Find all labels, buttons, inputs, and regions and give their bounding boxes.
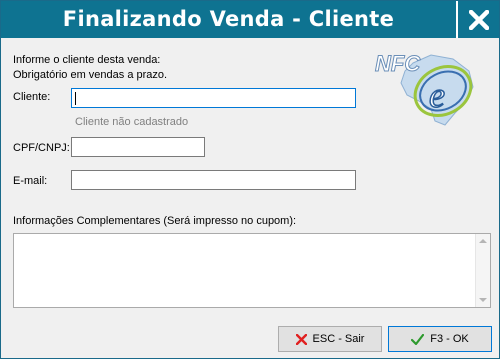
info-complementares-label: Informações Complementares (Será impress… — [13, 215, 297, 227]
textarea-scrollbar[interactable] — [475, 234, 490, 307]
cliente-label: Cliente: — [13, 91, 51, 103]
f3-ok-label: F3 - OK — [430, 333, 469, 345]
intro-text-line1: Informe o cliente desta venda: — [13, 54, 161, 66]
nfce-logo-text: NFC — [375, 51, 421, 76]
nfce-logo: NFC e — [375, 51, 474, 126]
dialog-window: Finalizando Venda - Cliente Informe o cl… — [0, 0, 500, 359]
scroll-down-icon[interactable] — [479, 298, 487, 302]
close-icon — [469, 10, 489, 30]
text-caret — [75, 92, 76, 105]
cancel-x-icon — [295, 333, 307, 345]
email-label: E-mail: — [13, 175, 48, 187]
checkmark-icon — [411, 333, 425, 345]
window-title: Finalizando Venda - Cliente — [62, 7, 395, 31]
scroll-up-icon[interactable] — [479, 239, 487, 243]
close-button[interactable] — [456, 1, 499, 38]
cpf-cnpj-label: CPF/CNPJ: — [13, 142, 70, 154]
esc-sair-button[interactable]: ESC - Sair — [278, 326, 382, 352]
cliente-status-text: Cliente não cadastrado — [75, 116, 189, 128]
f3-ok-button[interactable]: F3 - OK — [388, 326, 492, 352]
nfce-logo-letter: e — [429, 75, 445, 115]
cpf-cnpj-input[interactable] — [71, 137, 205, 157]
info-complementares-textarea[interactable] — [13, 233, 491, 308]
esc-sair-label: ESC - Sair — [312, 333, 365, 345]
email-input[interactable] — [71, 170, 356, 190]
intro-text-line2: Obrigatório em vendas a prazo. — [13, 69, 168, 81]
cliente-input[interactable] — [71, 88, 356, 108]
title-bar: Finalizando Venda - Cliente — [1, 1, 499, 38]
